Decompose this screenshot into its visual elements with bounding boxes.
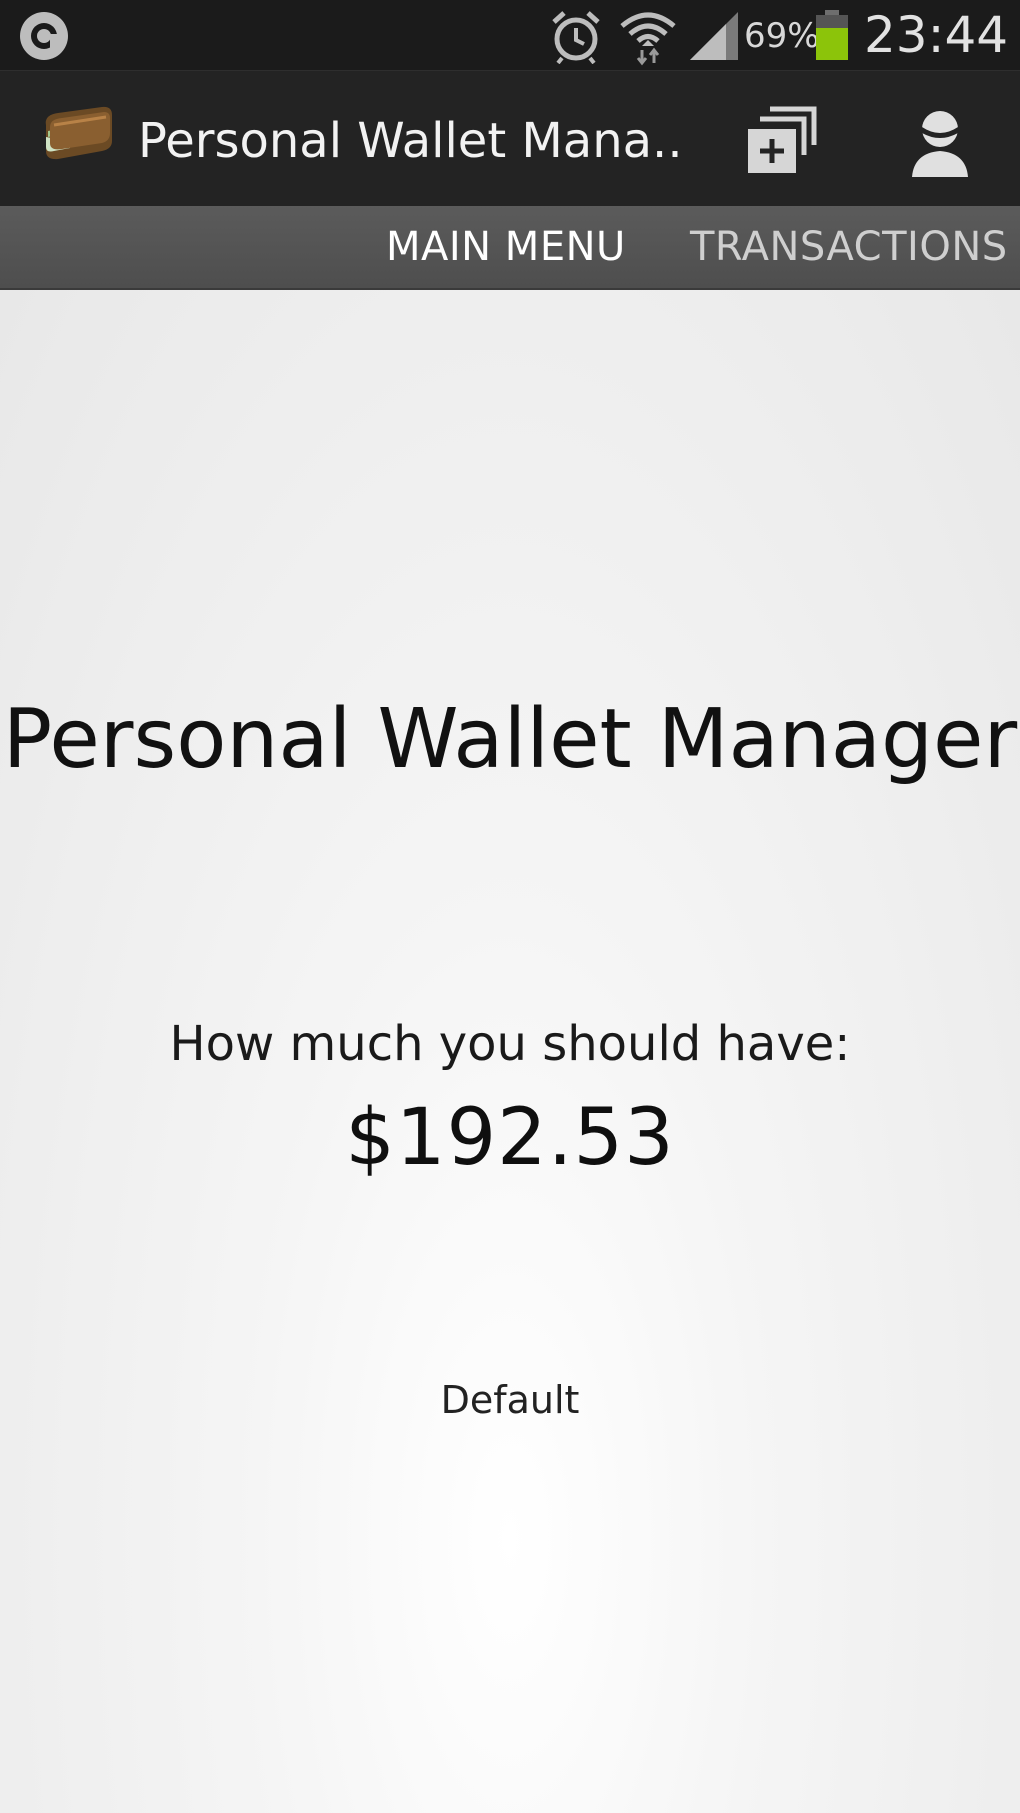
- status-bar: 69% 23:44: [0, 0, 1020, 70]
- alarm-icon: [548, 8, 604, 64]
- wallet-name: Default: [440, 1378, 580, 1422]
- tab-strip: MAIN MENU TRANSACTIONS: [0, 206, 1020, 290]
- add-account-icon: [748, 106, 817, 173]
- page-title: Personal Wallet Manager: [2, 692, 1018, 787]
- clock: 23:44: [864, 6, 1009, 64]
- battery-icon: [812, 8, 852, 62]
- balance-label: How much you should have:: [169, 1016, 851, 1072]
- action-bar: Personal Wallet Mana...: [0, 70, 1020, 207]
- profile-icon: [912, 111, 968, 177]
- signal-icon: [688, 10, 740, 62]
- main-content: Personal Wallet Manager How much you sho…: [0, 290, 1020, 1813]
- balance-value: $192.53: [345, 1093, 675, 1183]
- battery-percent: 69%: [744, 16, 820, 56]
- add-account-button[interactable]: [736, 103, 830, 181]
- app-title: Personal Wallet Mana...: [138, 113, 678, 169]
- wifi-icon: [618, 6, 678, 66]
- tab-main-menu[interactable]: MAIN MENU: [386, 206, 626, 288]
- wallet-app-icon: [40, 101, 118, 165]
- tab-transactions[interactable]: TRANSACTIONS: [690, 206, 1008, 288]
- profile-button[interactable]: [896, 103, 984, 183]
- app-notification-icon: [16, 10, 74, 62]
